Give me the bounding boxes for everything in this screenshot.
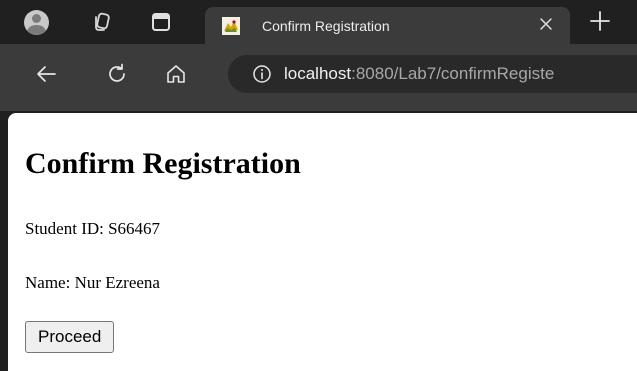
url-path: :8080/Lab7/confirmRegiste	[351, 64, 555, 83]
student-id-text: Student ID: S66467	[25, 219, 161, 238]
tab-actions-icon[interactable]	[149, 10, 173, 34]
proceed-button[interactable]: Proceed	[25, 321, 115, 353]
tab-title: Confirm Registration	[262, 18, 390, 34]
tab-confirm-registration[interactable]: Confirm Registration	[205, 7, 570, 44]
close-icon[interactable]	[538, 16, 554, 32]
url-text: localhost:8080/Lab7/confirmRegiste	[284, 64, 554, 84]
reload-icon[interactable]	[106, 63, 128, 85]
workspaces-icon[interactable]	[90, 10, 114, 34]
student-name-text: Name: Nur Ezreena	[25, 273, 160, 292]
home-icon[interactable]	[165, 63, 187, 85]
back-arrow-icon[interactable]	[35, 63, 57, 85]
info-icon[interactable]	[252, 64, 272, 84]
page-title: Confirm Registration	[25, 147, 301, 180]
tomcat-favicon-icon	[222, 17, 240, 35]
plus-icon[interactable]	[589, 10, 611, 32]
page-viewport: Confirm Registration Student ID: S66467 …	[8, 113, 637, 371]
profile-avatar-icon[interactable]	[24, 10, 49, 35]
address-bar[interactable]: localhost:8080/Lab7/confirmRegiste	[228, 55, 637, 93]
browser-toolbar: localhost:8080/Lab7/confirmRegiste	[0, 44, 637, 111]
tab-strip: Confirm Registration	[0, 0, 637, 44]
url-host: localhost	[284, 64, 352, 83]
